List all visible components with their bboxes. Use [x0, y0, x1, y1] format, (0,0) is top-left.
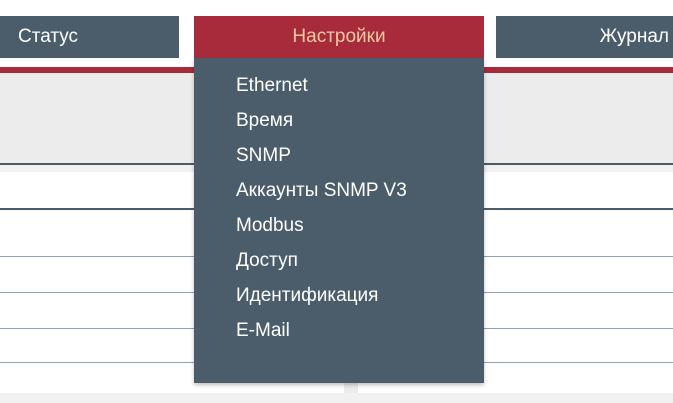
tab-settings[interactable]: Настройки [194, 16, 484, 58]
menu-item-identification[interactable]: Идентификация [194, 278, 484, 313]
tab-status[interactable]: Статус [0, 16, 179, 58]
menu-item-access[interactable]: Доступ [194, 243, 484, 278]
menu-item-snmp[interactable]: SNMP [194, 138, 484, 173]
settings-dropdown-menu: Ethernet Время SNMP Аккаунты SNMP V3 Mod… [194, 58, 484, 383]
menu-item-time[interactable]: Время [194, 103, 484, 138]
menu-item-modbus[interactable]: Modbus [194, 208, 484, 243]
tab-journal[interactable]: Журнал [496, 16, 673, 58]
menu-item-ethernet[interactable]: Ethernet [194, 68, 484, 103]
menu-item-snmp-v3-accounts[interactable]: Аккаунты SNMP V3 [194, 173, 484, 208]
menu-item-email[interactable]: E-Mail [194, 313, 484, 348]
